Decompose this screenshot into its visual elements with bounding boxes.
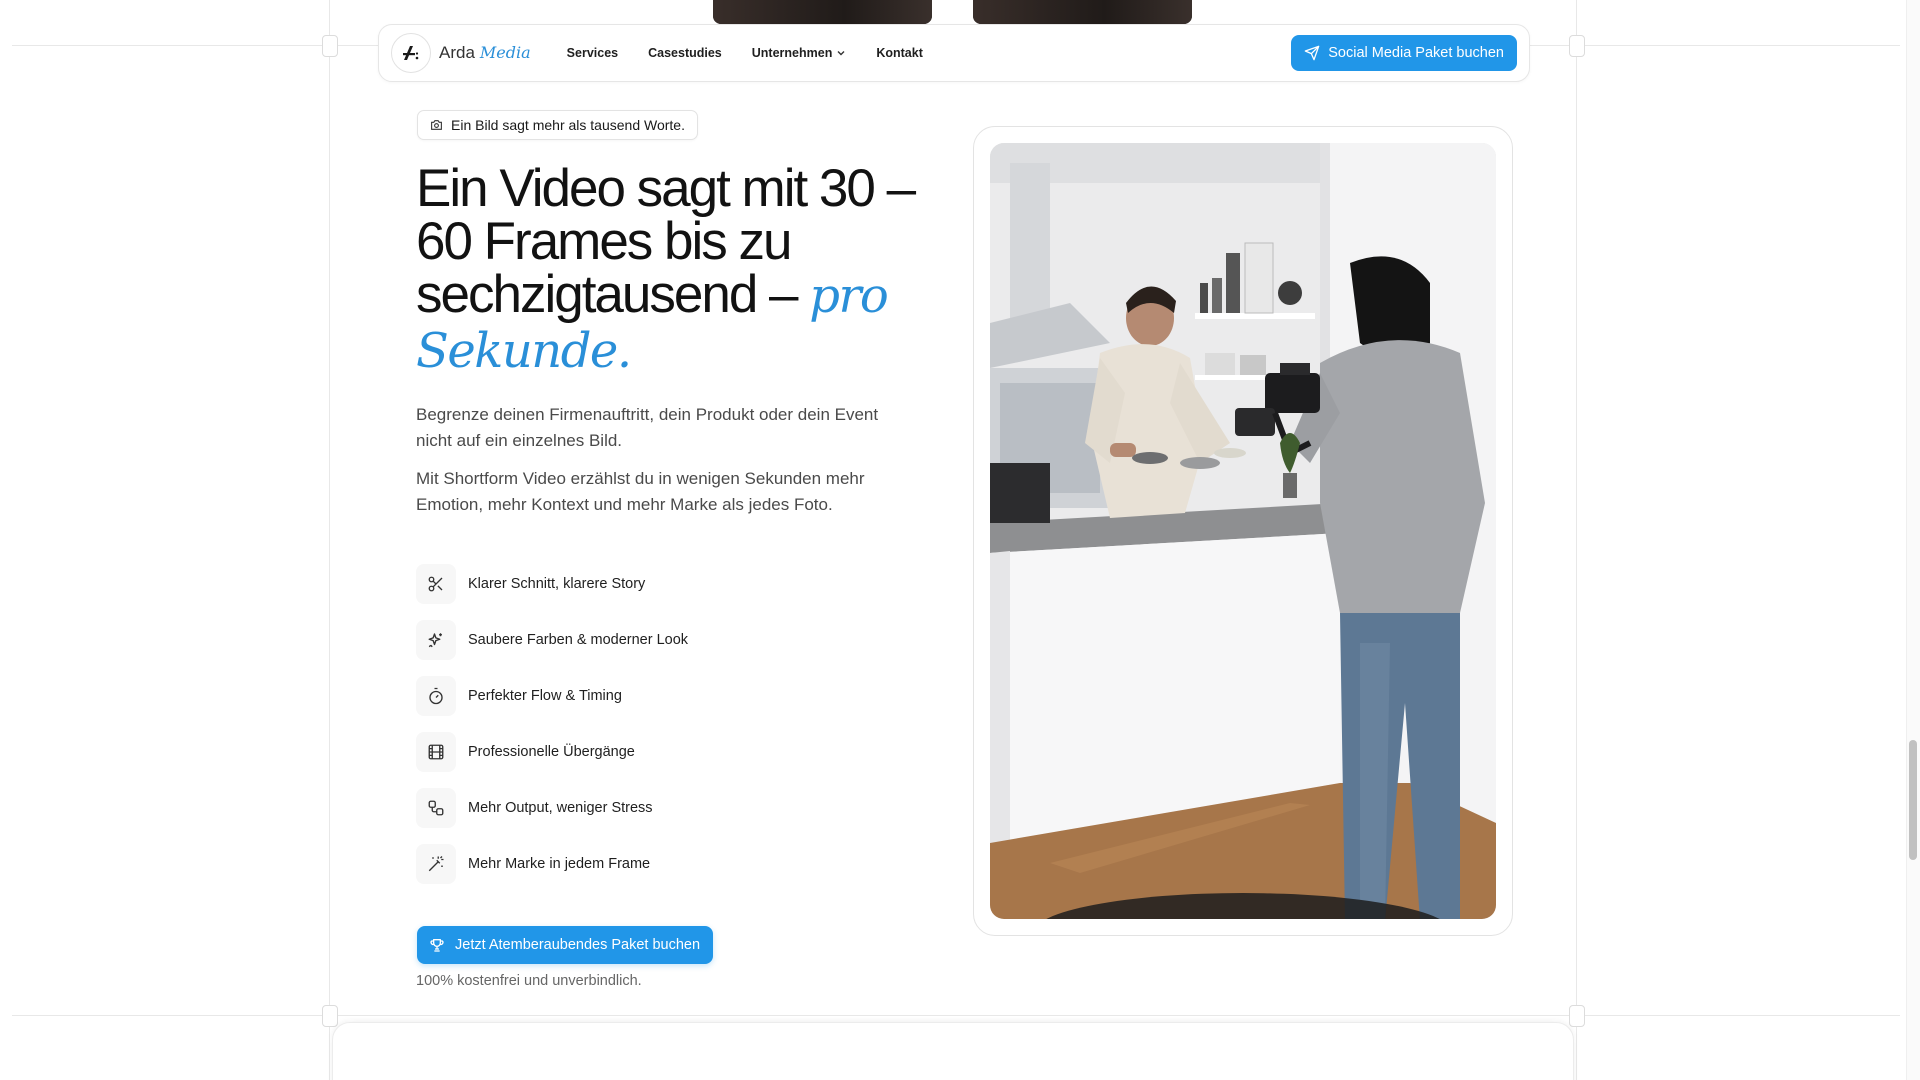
feature-list: Klarer Schnitt, klarere Story Saubere Fa… (416, 556, 688, 892)
frame-corner (1569, 35, 1585, 57)
film-icon (416, 732, 456, 772)
nav-links: Services Casestudies Unternehmen Kontakt (567, 46, 923, 60)
feature-label: Mehr Output, weniger Stress (468, 800, 653, 816)
cta-note: 100% kostenfrei und unverbindlich. (416, 973, 642, 989)
navbar: Arda Media Services Casestudies Unterneh… (378, 24, 1530, 82)
logo-icon[interactable] (391, 33, 431, 73)
magic-wand-icon (416, 844, 456, 884)
nav-link-kontakt[interactable]: Kontakt (876, 46, 923, 60)
nav-cta-label: Social Media Paket buchen (1328, 45, 1504, 61)
feature-item: Mehr Marke in jedem Frame (416, 836, 688, 892)
frame-guide-bottom (12, 1015, 1900, 1016)
feature-label: Klarer Schnitt, klarere Story (468, 576, 646, 592)
frame-corner (1569, 1005, 1585, 1027)
video-photo[interactable] (990, 143, 1496, 919)
frame-guide-left (329, 0, 330, 1080)
nav-link-services[interactable]: Services (567, 46, 618, 60)
next-section-card (332, 1022, 1574, 1080)
feature-item: Mehr Output, weniger Stress (416, 780, 688, 836)
workflow-icon (416, 788, 456, 828)
frame-corner (322, 1005, 338, 1027)
feature-label: Saubere Farben & moderner Look (468, 632, 689, 648)
feature-item: Professionelle Übergänge (416, 724, 688, 780)
scrollbar-thumb[interactable] (1909, 740, 1917, 860)
feature-label: Perfekter Flow & Timing (468, 688, 622, 704)
book-package-label: Jetzt Atemberaubendes Paket buchen (455, 937, 701, 953)
send-icon (1304, 45, 1320, 61)
feature-label: Mehr Marke in jedem Frame (468, 856, 651, 872)
frame-corner (322, 35, 338, 57)
brand-name-accent: Media (479, 43, 531, 62)
feature-label: Professionelle Übergänge (468, 744, 635, 760)
camera-icon (431, 120, 442, 130)
nav-cta-button[interactable]: Social Media Paket buchen (1291, 35, 1517, 71)
tagline-text: Ein Bild sagt mehr als tausend Worte. (451, 117, 685, 133)
tagline-pill: Ein Bild sagt mehr als tausend Worte. (417, 110, 698, 140)
nav-link-unternehmen[interactable]: Unternehmen (752, 46, 847, 60)
hero-paragraph-2: Mit Shortform Video erzählst du in wenig… (416, 469, 865, 514)
frame-guide-right (1576, 0, 1577, 1080)
feature-item: Klarer Schnitt, klarere Story (416, 556, 688, 612)
brand-name-main: Arda (439, 43, 475, 62)
chevron-down-icon (837, 51, 845, 56)
scrollbar-track[interactable] (1906, 0, 1920, 1080)
media-card (973, 126, 1513, 936)
trophy-icon (430, 939, 444, 952)
brand-name[interactable]: Arda Media (439, 43, 531, 63)
feature-item: Perfekter Flow & Timing (416, 668, 688, 724)
previous-section-thumbnail (713, 0, 932, 24)
sparkles-icon (416, 620, 456, 660)
timer-icon (416, 676, 456, 716)
nav-link-casestudies[interactable]: Casestudies (648, 46, 722, 60)
hero-paragraph-1: Begrenze deinen Firmenauftritt, dein Pro… (416, 405, 879, 450)
feature-item: Saubere Farben & moderner Look (416, 612, 688, 668)
book-package-button[interactable]: Jetzt Atemberaubendes Paket buchen (417, 926, 714, 964)
previous-section-thumbnail (973, 0, 1192, 24)
nav-link-label: Unternehmen (751, 46, 833, 60)
scissors-icon (416, 564, 456, 604)
hero-headline: Ein Video sagt mit 30 – 60 Frames bis zu… (416, 162, 936, 378)
